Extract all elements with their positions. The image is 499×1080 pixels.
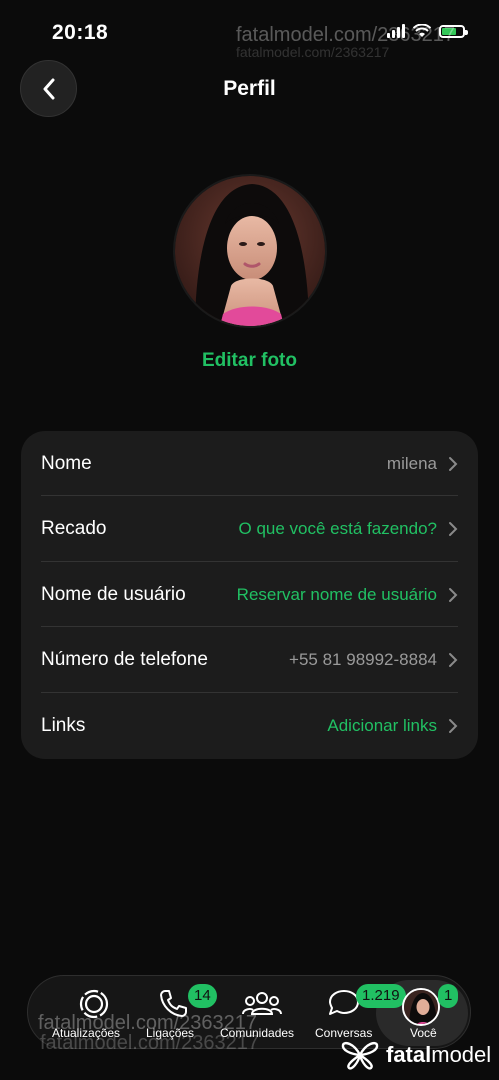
field-row-phone[interactable]: Número de telefone +55 81 98992-8884 bbox=[41, 627, 459, 692]
field-value: Adicionar links bbox=[327, 715, 437, 735]
edit-photo-link[interactable]: Editar foto bbox=[0, 350, 499, 372]
field-value: O que você está fazendo? bbox=[238, 518, 437, 538]
field-label: Recado bbox=[41, 517, 107, 539]
butterfly-icon bbox=[341, 1041, 379, 1070]
field-value: milena bbox=[386, 453, 437, 473]
field-label: Links bbox=[41, 714, 86, 736]
watermark: fatalmodel.com/2363217 bbox=[236, 44, 390, 60]
chevron-right-icon bbox=[449, 718, 458, 733]
field-value: +55 81 98992-8884 bbox=[289, 649, 437, 669]
avatar bbox=[402, 988, 440, 1026]
profile-photo[interactable] bbox=[173, 174, 327, 328]
profile-fields-card: Nome milena Recado O que você está fazen… bbox=[21, 431, 478, 759]
page-title: Perfil bbox=[223, 77, 276, 100]
field-row-status[interactable]: Recado O que você está fazendo? bbox=[41, 496, 459, 561]
field-value: Reservar nome de usuário bbox=[236, 584, 437, 604]
brand-name: model bbox=[431, 1042, 492, 1067]
field-label: Número de telefone bbox=[41, 648, 208, 670]
field-label: Nome bbox=[41, 452, 92, 474]
chevron-right-icon bbox=[449, 456, 458, 471]
chevron-right-icon bbox=[449, 652, 458, 667]
chevron-right-icon bbox=[449, 521, 458, 536]
calls-badge: 14 bbox=[188, 984, 217, 1008]
brand-logo: fatalmodel bbox=[340, 1039, 491, 1071]
nav-label: Você bbox=[410, 1026, 437, 1040]
watermark: fatalmodel.com/2363217 bbox=[40, 1032, 260, 1054]
field-row-username[interactable]: Nome de usuário Reservar nome de usuário bbox=[41, 562, 459, 627]
field-label: Nome de usuário bbox=[41, 583, 186, 605]
chevron-right-icon bbox=[449, 587, 458, 602]
field-row-links[interactable]: Links Adicionar links bbox=[41, 693, 459, 758]
brand-name-bold: fatal bbox=[386, 1042, 432, 1067]
you-badge: 1 bbox=[438, 984, 459, 1008]
status-time: 20:18 bbox=[52, 21, 109, 44]
field-row-name[interactable]: Nome milena bbox=[41, 431, 459, 496]
nav-label: Conversas bbox=[315, 1026, 373, 1040]
